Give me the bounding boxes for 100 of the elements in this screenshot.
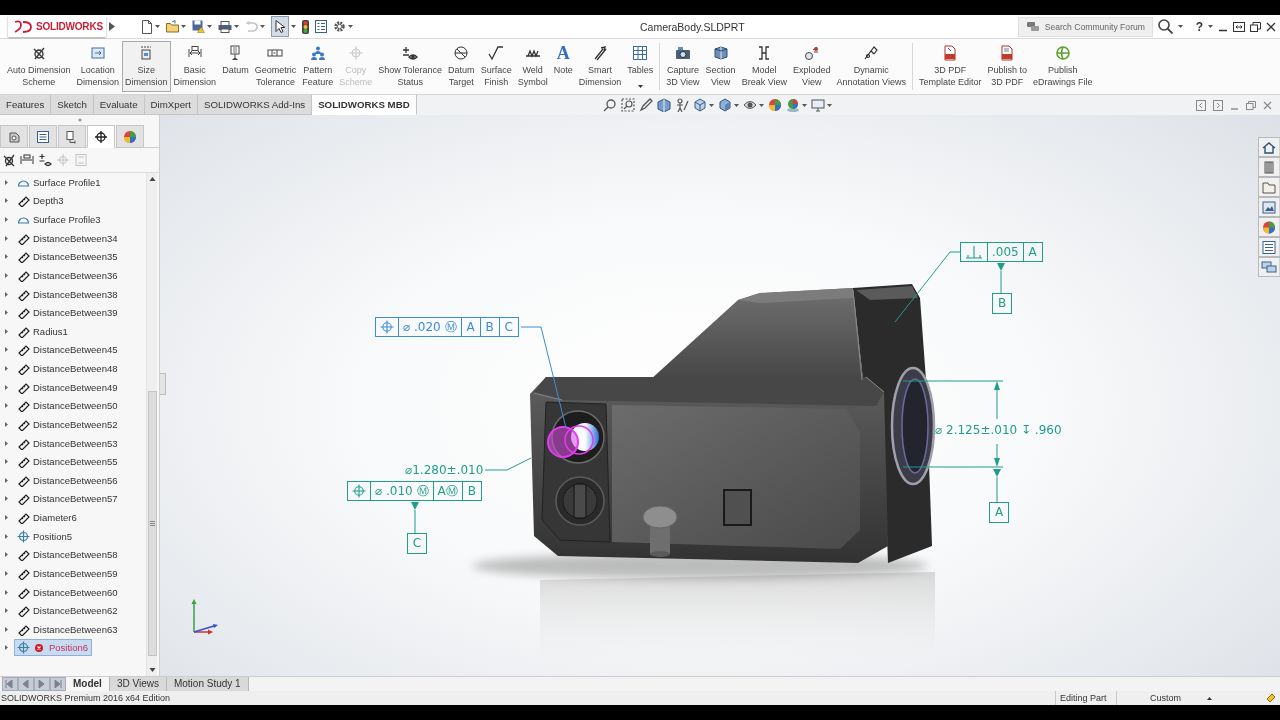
tree-item[interactable]: DistanceBetween59: [14, 564, 122, 582]
caret-down-icon[interactable]: [181, 25, 186, 28]
tree-item[interactable]: Diameter6: [14, 509, 81, 527]
expand-arrow-icon[interactable]: [3, 309, 10, 317]
tree-item[interactable]: DistanceBetween35: [14, 248, 122, 266]
help-button[interactable]: ?: [1195, 19, 1203, 34]
tree-item[interactable]: DistanceBetween48: [14, 360, 122, 378]
ribbon-button[interactable]: Exploded View: [790, 41, 834, 92]
expand-arrow-icon[interactable]: [3, 346, 10, 354]
expand-arrow-icon[interactable]: [3, 402, 10, 410]
ribbon-button[interactable]: Model Break View: [738, 41, 790, 92]
manager-tab[interactable]: [87, 125, 115, 148]
caret-down-icon[interactable]: [759, 103, 764, 107]
tree-item[interactable]: DistanceBetween50: [14, 397, 122, 415]
tree-item[interactable]: Radius1: [14, 322, 72, 340]
tree-item[interactable]: DistanceBetween34: [14, 229, 122, 247]
expand-arrow-icon[interactable]: [3, 290, 10, 298]
expand-arrow-icon[interactable]: [3, 588, 10, 596]
scene-sphere-icon[interactable]: [786, 98, 800, 112]
expand-arrow-icon[interactable]: [3, 458, 10, 466]
figure-pen-icon[interactable]: [675, 98, 689, 112]
traffic-light-icon[interactable]: [302, 19, 309, 34]
ribbon-button[interactable]: Section View: [702, 41, 739, 92]
section-cube-icon[interactable]: [657, 98, 671, 112]
ribbon-button[interactable]: Surface Finish: [477, 41, 515, 92]
ribbon-button[interactable]: Dynamic Annotation Views: [833, 41, 909, 92]
expand-arrow-icon[interactable]: [3, 532, 10, 540]
tag-icon[interactable]: [1266, 693, 1276, 703]
picture-frame-icon[interactable]: [1258, 197, 1280, 217]
expand-arrow-icon[interactable]: [3, 514, 10, 522]
search-field[interactable]: Search Community Forum: [1017, 16, 1153, 37]
caret-down-icon[interactable]: [348, 25, 353, 28]
monitor-icon[interactable]: [811, 98, 825, 112]
expand-arrow-icon[interactable]: [109, 22, 115, 31]
command-tab[interactable]: Features: [0, 95, 52, 115]
list-page-icon[interactable]: [315, 20, 327, 33]
ribbon-button[interactable]: Size Dimension: [122, 41, 171, 92]
caret-down-icon[interactable]: [734, 103, 739, 107]
magnifier-box-icon[interactable]: [621, 98, 635, 112]
crossed-circle-icon[interactable]: [2, 153, 16, 167]
tree-item[interactable]: DistanceBetween36: [14, 266, 122, 284]
ribbon-button[interactable]: Publish eDrawings File: [1029, 41, 1096, 92]
plus-minus-eye-icon[interactable]: [38, 153, 52, 167]
caret-down-icon[interactable]: [1177, 25, 1183, 28]
sphere-icon[interactable]: [768, 98, 782, 112]
sheet-tab[interactable]: Model: [66, 677, 110, 691]
tree-item[interactable]: Position5: [14, 527, 77, 545]
expand-arrow-icon[interactable]: [3, 327, 10, 335]
expand-arrow-icon[interactable]: [3, 420, 10, 428]
tree-item[interactable]: DistanceBetween55: [14, 453, 122, 471]
select-tool-button[interactable]: [271, 16, 289, 37]
expand-arrow-icon[interactable]: [3, 607, 10, 615]
tree-item[interactable]: DistanceBetween56: [14, 471, 122, 489]
caret-down-icon[interactable]: [291, 25, 296, 28]
command-tab[interactable]: SOLIDWORKS MBD: [312, 95, 417, 115]
ribbon-button[interactable]: Datum Target: [445, 41, 478, 92]
ribbon-button[interactable]: Auto Dimension Scheme: [4, 41, 74, 92]
fit-window-icon[interactable]: [1233, 21, 1245, 32]
expand-arrow-icon[interactable]: [3, 569, 10, 577]
caret-down-icon[interactable]: [234, 25, 239, 28]
cylinder-icon[interactable]: [1258, 157, 1280, 177]
gear-icon[interactable]: [333, 20, 346, 33]
expand-arrow-icon[interactable]: [3, 495, 10, 503]
tree-item[interactable]: DistanceBetween63: [14, 620, 122, 638]
tile-right-icon[interactable]: [1213, 99, 1223, 111]
restore-icon[interactable]: [1250, 21, 1261, 32]
ribbon-button[interactable]: Geometric Tolerance: [251, 41, 300, 92]
tree-item[interactable]: Surface Profile3: [14, 211, 105, 229]
command-tab[interactable]: SOLIDWORKS Add-Ins: [197, 95, 313, 115]
expand-arrow-icon[interactable]: [3, 476, 10, 484]
caret-down-icon[interactable]: [827, 103, 832, 107]
command-tab[interactable]: Evaluate: [93, 95, 145, 115]
tree-item[interactable]: DistanceBetween39: [14, 304, 122, 322]
ribbon-button[interactable]: Capture 3D View: [663, 41, 703, 92]
grip-dot-icon[interactable]: [77, 118, 82, 122]
manager-tab[interactable]: [58, 125, 86, 148]
expand-arrow-icon[interactable]: [3, 234, 10, 242]
ribbon-button[interactable]: Show Tolerance Status: [375, 41, 446, 92]
tree-item[interactable]: DistanceBetween57: [14, 490, 122, 508]
tree-item[interactable]: DistanceBetween49: [14, 378, 122, 396]
sheet-tab[interactable]: 3D Views: [109, 677, 167, 691]
folder-icon[interactable]: [166, 20, 179, 33]
tree-item[interactable]: DistanceBetween52: [14, 415, 122, 433]
scrollbar-thumb[interactable]: [147, 391, 157, 656]
expand-arrow-icon[interactable]: [3, 365, 10, 373]
ribbon-button[interactable]: Basic Dimension: [170, 41, 220, 92]
ribbon-button[interactable]: Publish to 3D PDF: [984, 41, 1030, 92]
caret-down-icon[interactable]: [155, 25, 160, 28]
ribbon-button[interactable]: Pattern Feature: [299, 41, 337, 92]
expand-arrow-icon[interactable]: [3, 271, 10, 279]
tree-item[interactable]: DistanceBetween60: [14, 583, 122, 601]
expand-arrow-icon[interactable]: [3, 253, 10, 261]
printer-icon[interactable]: [218, 20, 232, 33]
scrollbar[interactable]: [146, 173, 157, 676]
panel-collapse-handle[interactable]: [160, 373, 166, 395]
app-logo[interactable]: SOLIDWORKS: [8, 16, 106, 37]
ribbon-button[interactable]: Weld Symbol: [514, 41, 551, 92]
expand-arrow-icon[interactable]: [3, 383, 10, 391]
caret-down-icon[interactable]: [1208, 25, 1213, 28]
units-dropdown[interactable]: Custom: [1145, 693, 1212, 703]
